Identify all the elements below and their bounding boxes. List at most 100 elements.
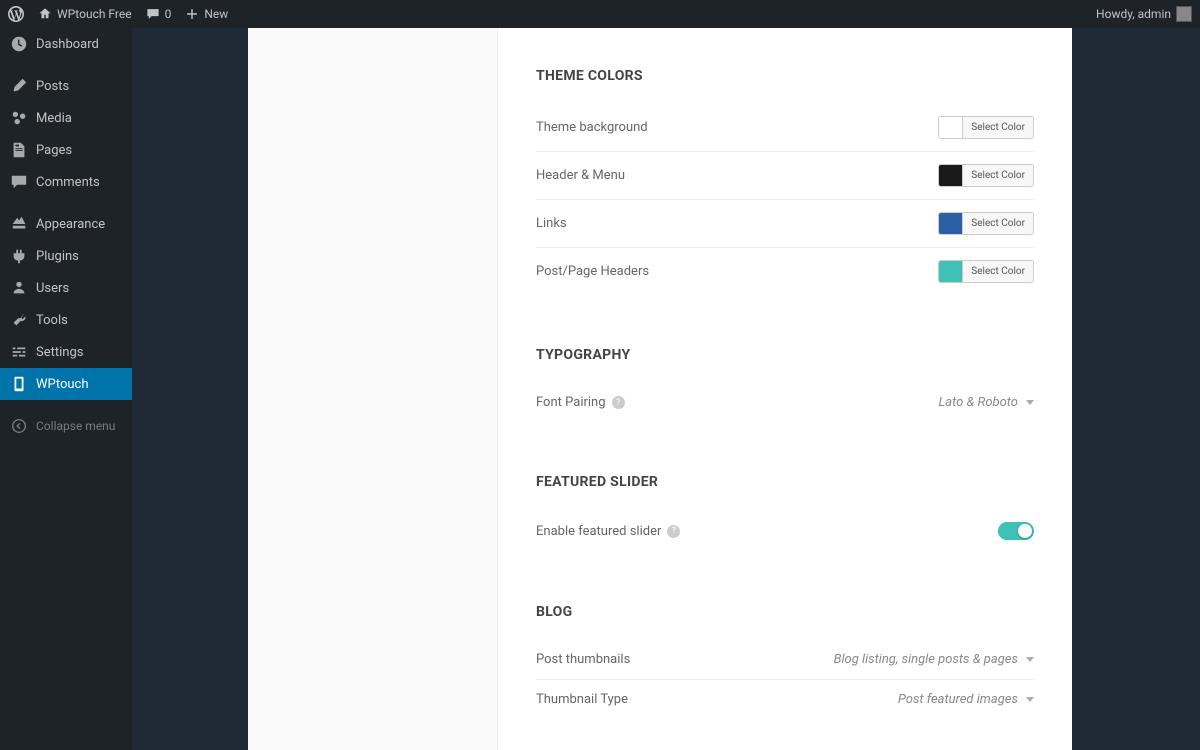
section-title: BLOG	[536, 604, 1034, 620]
admin-sidebar: Dashboard Posts Media Pages Comments App…	[0, 28, 132, 750]
comments-icon	[10, 173, 28, 191]
row-font-pairing: Font Pairing ? Lato & Roboto	[536, 383, 1034, 422]
sidebar-item-posts[interactable]: Posts	[0, 70, 132, 102]
collapse-menu[interactable]: Collapse menu	[0, 410, 132, 442]
sidebar-item-dashboard[interactable]: Dashboard	[0, 28, 132, 60]
sidebar-item-label: Media	[36, 111, 72, 126]
section-featured-slider: FEATURED SLIDER Enable featured slider ?	[536, 474, 1034, 552]
collapse-label: Collapse menu	[36, 419, 115, 433]
settings-subnav	[248, 28, 498, 750]
sidebar-item-label: WPtouch	[36, 377, 89, 392]
post-thumbnails-select[interactable]: Blog listing, single posts & pages	[834, 652, 1034, 667]
section-title: FEATURED SLIDER	[536, 474, 1034, 490]
sidebar-item-label: Settings	[36, 345, 83, 360]
appearance-icon	[10, 215, 28, 233]
chevron-down-icon	[1026, 657, 1034, 662]
select-text: Lato & Roboto	[938, 395, 1018, 410]
comment-icon	[146, 7, 160, 21]
select-color-label: Select Color	[963, 261, 1033, 282]
sidebar-item-label: Plugins	[36, 249, 79, 264]
greeting-text: Howdy, admin	[1096, 7, 1171, 21]
admin-bar: WPtouch Free 0 New Howdy, admin	[0, 0, 1200, 28]
collapse-icon	[10, 417, 28, 435]
row-label: Header & Menu	[536, 168, 625, 183]
user-greeting[interactable]: Howdy, admin	[1096, 6, 1192, 22]
row-post-thumbnails: Post thumbnails Blog listing, single pos…	[536, 640, 1034, 680]
thumbnail-type-select[interactable]: Post featured images	[898, 692, 1034, 707]
row-header-menu: Header & Menu Select Color	[536, 152, 1034, 200]
sidebar-item-settings[interactable]: Settings	[0, 336, 132, 368]
sidebar-item-tools[interactable]: Tools	[0, 304, 132, 336]
row-enable-featured-slider: Enable featured slider ?	[536, 510, 1034, 552]
sidebar-item-label: Comments	[36, 175, 100, 190]
sidebar-item-label: Appearance	[36, 217, 105, 232]
row-theme-background: Theme background Select Color	[536, 104, 1034, 152]
comments-count: 0	[165, 7, 172, 21]
users-icon	[10, 279, 28, 297]
settings-card: THEME COLORS Theme background Select Col…	[248, 28, 1072, 750]
featured-slider-toggle[interactable]	[998, 522, 1034, 540]
row-label: Post/Page Headers	[536, 264, 649, 279]
sidebar-item-appearance[interactable]: Appearance	[0, 208, 132, 240]
pages-icon	[10, 141, 28, 159]
site-name-text: WPtouch Free	[57, 7, 132, 21]
avatar	[1176, 6, 1192, 22]
color-picker-theme-background[interactable]: Select Color	[938, 116, 1034, 139]
wp-logo[interactable]	[8, 6, 24, 22]
media-icon	[10, 109, 28, 127]
row-label: Theme background	[536, 120, 648, 135]
row-label: Post thumbnails	[536, 652, 630, 667]
sidebar-item-label: Users	[36, 281, 69, 296]
color-swatch	[939, 213, 963, 234]
help-icon[interactable]: ?	[612, 396, 625, 409]
color-picker-header-menu[interactable]: Select Color	[938, 164, 1034, 187]
sidebar-item-label: Posts	[36, 79, 69, 94]
new-label: New	[204, 7, 228, 21]
comments-link[interactable]: 0	[146, 7, 172, 21]
sidebar-item-media[interactable]: Media	[0, 102, 132, 134]
section-typography: TYPOGRAPHY Font Pairing ? Lato & Roboto	[536, 347, 1034, 422]
row-label: Thumbnail Type	[536, 692, 628, 707]
new-link[interactable]: New	[185, 7, 228, 21]
settings-icon	[10, 343, 28, 361]
row-label: Enable featured slider ?	[536, 524, 680, 539]
select-color-label: Select Color	[963, 213, 1033, 234]
posts-icon	[10, 77, 28, 95]
select-text: Blog listing, single posts & pages	[834, 652, 1018, 667]
font-pairing-select[interactable]: Lato & Roboto	[938, 395, 1034, 410]
color-swatch	[939, 165, 963, 186]
sidebar-item-plugins[interactable]: Plugins	[0, 240, 132, 272]
chevron-down-icon	[1026, 697, 1034, 702]
plugins-icon	[10, 247, 28, 265]
row-label: Links	[536, 216, 567, 231]
sidebar-item-users[interactable]: Users	[0, 272, 132, 304]
section-blog: BLOG Post thumbnails Blog listing, singl…	[536, 604, 1034, 719]
home-icon	[38, 7, 52, 21]
row-thumbnail-type: Thumbnail Type Post featured images	[536, 680, 1034, 719]
select-color-label: Select Color	[963, 165, 1033, 186]
color-swatch	[939, 117, 963, 138]
select-color-label: Select Color	[963, 117, 1033, 138]
sidebar-item-wptouch[interactable]: WPtouch	[0, 368, 132, 400]
section-theme-colors: THEME COLORS Theme background Select Col…	[536, 68, 1034, 295]
row-label: Font Pairing ?	[536, 395, 625, 410]
plus-icon	[185, 7, 199, 21]
help-icon[interactable]: ?	[667, 525, 680, 538]
toggle-knob	[1018, 524, 1032, 538]
select-text: Post featured images	[898, 692, 1018, 707]
color-swatch	[939, 261, 963, 282]
site-name-link[interactable]: WPtouch Free	[38, 7, 132, 21]
section-title: TYPOGRAPHY	[536, 347, 1034, 363]
row-links: Links Select Color	[536, 200, 1034, 248]
sidebar-item-pages[interactable]: Pages	[0, 134, 132, 166]
sidebar-item-label: Pages	[36, 143, 72, 158]
section-title: THEME COLORS	[536, 68, 1034, 84]
row-post-page-headers: Post/Page Headers Select Color	[536, 248, 1034, 295]
sidebar-item-label: Tools	[36, 313, 68, 328]
sidebar-item-comments[interactable]: Comments	[0, 166, 132, 198]
color-picker-post-headers[interactable]: Select Color	[938, 260, 1034, 283]
chevron-down-icon	[1026, 400, 1034, 405]
sidebar-item-label: Dashboard	[36, 37, 99, 52]
main-stage: THEME COLORS Theme background Select Col…	[132, 28, 1200, 750]
color-picker-links[interactable]: Select Color	[938, 212, 1034, 235]
